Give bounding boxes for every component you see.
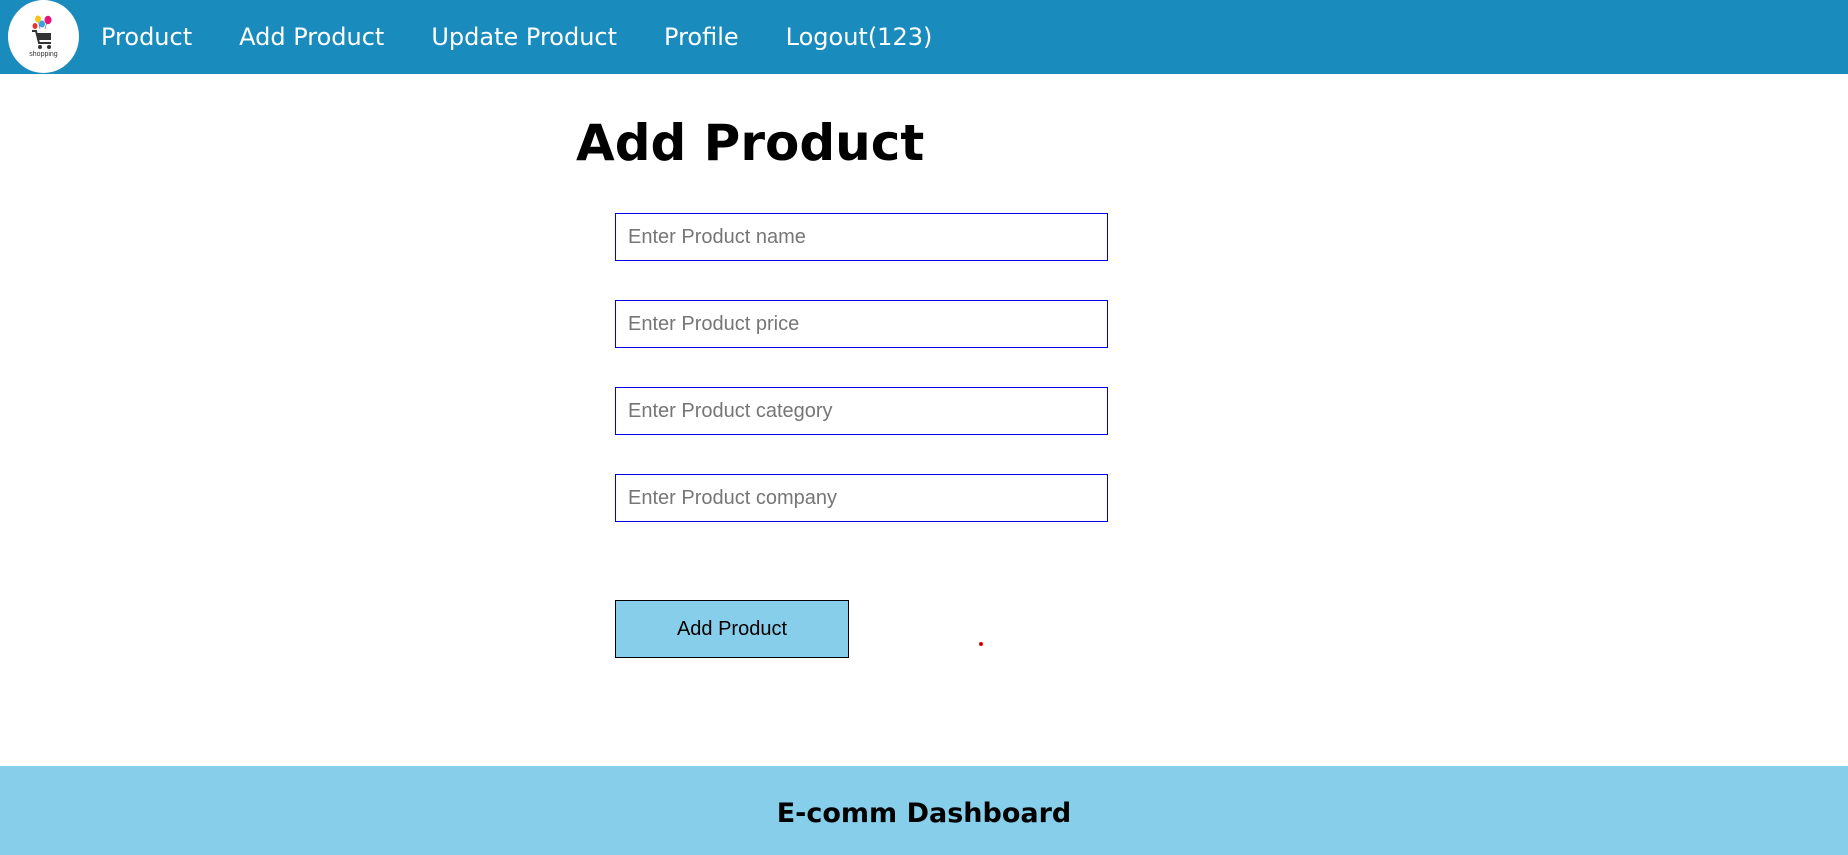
nav-item-profile[interactable]: Profile: [664, 23, 739, 51]
logo[interactable]: shopping: [8, 0, 79, 73]
nav-menu: Product Add Product Update Product Profi…: [101, 0, 979, 74]
nav-item-product[interactable]: Product: [101, 23, 192, 51]
product-price-input[interactable]: [615, 300, 1108, 348]
product-company-input[interactable]: [615, 474, 1108, 522]
shopping-cart-balloons-icon: [31, 15, 51, 49]
page-title: Add Product: [576, 114, 925, 172]
add-product-button[interactable]: Add Product: [615, 600, 849, 658]
product-name-input[interactable]: [615, 213, 1108, 261]
nav-item-logout[interactable]: Logout(123): [786, 23, 933, 51]
product-category-input[interactable]: [615, 387, 1108, 435]
cursor-dot: [979, 642, 983, 646]
nav-item-update-product[interactable]: Update Product: [431, 23, 617, 51]
navbar: shopping Product Add Product Update Prod…: [0, 0, 1848, 74]
logo-text: shopping: [29, 50, 58, 58]
footer-text: E-comm Dashboard: [776, 798, 1072, 829]
footer: E-comm Dashboard: [0, 766, 1848, 855]
nav-item-add-product[interactable]: Add Product: [239, 23, 384, 51]
